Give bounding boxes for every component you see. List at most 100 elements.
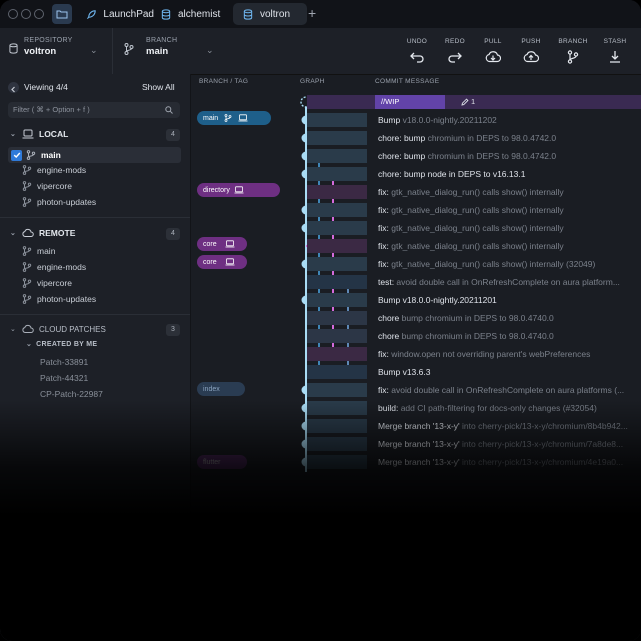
close-window-button[interactable] — [8, 9, 18, 19]
commit-detail: avoid double call in OnRefreshComplete o… — [388, 385, 625, 395]
stash-button[interactable]: STASH — [595, 28, 635, 74]
column-header-graph: GRAPH — [300, 78, 325, 85]
laptop-icon — [225, 240, 235, 248]
local-branch-vipercore[interactable]: vipercore — [22, 181, 72, 191]
commit-row-lane-band — [307, 275, 367, 289]
commit-row-lane-band — [307, 185, 367, 199]
commit-summary: fix: — [378, 223, 389, 233]
new-tab-button[interactable]: + — [308, 5, 316, 21]
commit-summary: Bump v13.6.3 — [378, 367, 431, 377]
tab-voltron[interactable]: voltron — [233, 3, 307, 25]
commit-row[interactable]: fix: window.open not overriding parent's… — [191, 345, 641, 363]
chevron-down-icon: ⌄ — [90, 45, 98, 55]
checkbox-checked-icon[interactable] — [11, 149, 22, 161]
branch-badge-index[interactable]: index — [197, 382, 245, 396]
branch-name: main — [146, 46, 169, 57]
cloud-patches-section-header[interactable]: ⌄ CLOUD PATCHES — [10, 324, 106, 334]
patch-item[interactable]: Patch-33891 — [40, 357, 88, 367]
branch-badge-core[interactable]: core — [197, 255, 247, 269]
remote-branch-main[interactable]: main — [22, 246, 55, 256]
laptop-icon — [234, 186, 244, 194]
commit-detail: gtk_native_dialog_run() calls show() int… — [388, 205, 564, 215]
chevron-left-icon — [11, 86, 15, 93]
commit-summary: Bump v18.0.0-nightly.20211201 — [378, 295, 497, 305]
filter-placeholder: Filter ( ⌘ + Option + f ) — [13, 105, 90, 114]
filter-input[interactable]: Filter ( ⌘ + Option + f ) — [8, 102, 180, 118]
commit-row[interactable]: chore: bump node in DEPS to v16.13.1 — [191, 165, 641, 183]
branch-badge-main[interactable]: main — [197, 111, 271, 125]
undo-button[interactable]: UNDO — [397, 28, 437, 74]
repo-folder-button[interactable] — [52, 4, 72, 24]
commit-row-lane-band — [307, 239, 367, 253]
commit-row[interactable]: chore: bump chromium in DEPS to 98.0.474… — [191, 147, 641, 165]
repository-name: voltron — [24, 46, 57, 57]
commit-row[interactable]: fix: gtk_native_dialog_run() calls show(… — [191, 219, 641, 237]
commit-message: fix: avoid double call in OnRefreshCompl… — [378, 385, 624, 395]
commit-row[interactable]: fix: gtk_native_dialog_run() calls show(… — [191, 237, 641, 255]
commit-message: chore: bump chromium in DEPS to 98.0.474… — [378, 133, 556, 143]
commit-row-lane-band — [307, 347, 367, 361]
remote-branch-engine-mods[interactable]: engine-mods — [22, 262, 86, 272]
remote-branch-photon-updates[interactable]: photon-updates — [22, 294, 96, 304]
commit-row[interactable]: chore bump chromium in DEPS to 98.0.4740… — [191, 327, 641, 345]
patch-item[interactable]: CP-Patch-22987 — [40, 389, 103, 399]
minimize-window-button[interactable] — [21, 9, 31, 19]
commit-summary: fix: — [378, 187, 389, 197]
commit-row[interactable]: fix: gtk_native_dialog_run() calls show(… — [191, 201, 641, 219]
tab-launchpad[interactable]: LaunchPad — [80, 3, 154, 25]
branch-badge-core[interactable]: core — [197, 237, 247, 251]
commit-row-lane-band — [307, 329, 367, 343]
collapse-sidebar-button[interactable] — [8, 82, 19, 93]
commit-row[interactable]: test: avoid double call in OnRefreshComp… — [191, 273, 641, 291]
database-icon — [9, 43, 18, 54]
search-icon — [165, 106, 173, 114]
commit-row-lane-band — [307, 131, 367, 145]
commit-detail: chromium in DEPS to 98.0.4742.0 — [425, 151, 557, 161]
remote-section-header[interactable]: ⌄ REMOTE — [10, 228, 75, 238]
created-by-me-header[interactable]: ⌄ CREATED BY ME — [26, 340, 97, 348]
commit-row[interactable]: chore bump chromium in DEPS to 98.0.4740… — [191, 309, 641, 327]
column-header-branch-tag: BRANCH / TAG — [199, 78, 249, 85]
commit-summary: chore: bump — [378, 151, 426, 161]
commit-row[interactable]: chore: bump chromium in DEPS to 98.0.474… — [191, 129, 641, 147]
zoom-window-button[interactable] — [34, 9, 44, 19]
local-section-header[interactable]: ⌄ LOCAL — [10, 129, 68, 139]
laptop-icon — [22, 129, 34, 139]
commit-detail: bump chromium in DEPS to 98.0.4740.0 — [399, 313, 554, 323]
branch-icon — [22, 165, 32, 175]
commit-row[interactable]: Bump v13.6.3 — [191, 363, 641, 381]
local-branch-main[interactable]: main — [8, 147, 181, 163]
commit-row[interactable]: fix: avoid double call in OnRefreshCompl… — [191, 381, 641, 399]
pull-button[interactable]: PULL — [473, 28, 513, 74]
branch-icon — [224, 114, 232, 122]
pull-icon — [485, 51, 501, 63]
push-button[interactable]: PUSH — [511, 28, 551, 74]
redo-button[interactable]: REDO — [435, 28, 475, 74]
title-bar: LaunchPad alchemist voltron + — [0, 0, 641, 28]
commit-summary: fix: — [378, 385, 389, 395]
tab-alchemist[interactable]: alchemist — [154, 3, 228, 25]
remote-branch-vipercore[interactable]: vipercore — [22, 278, 72, 288]
commit-message: chore bump chromium in DEPS to 98.0.4740… — [378, 331, 554, 341]
commit-row[interactable]: Bump v18.0.0-nightly.20211201 — [191, 291, 641, 309]
branch-badge-directory[interactable]: directory — [197, 183, 280, 197]
column-header-commit-message: COMMIT MESSAGE — [375, 78, 440, 85]
commit-row[interactable]: fix: gtk_native_dialog_run() calls show(… — [191, 255, 641, 273]
branch-selector[interactable]: BRANCH main ⌄ — [114, 28, 224, 74]
chevron-down-icon: ⌄ — [206, 45, 214, 55]
local-branch-photon-updates[interactable]: photon-updates — [22, 197, 96, 207]
show-all-link[interactable]: Show All — [142, 82, 175, 92]
commit-detail: gtk_native_dialog_run() calls show() int… — [388, 241, 564, 251]
commit-message: Bump v18.0.0-nightly.20211202 — [378, 115, 497, 125]
local-branch-engine-mods[interactable]: engine-mods — [22, 165, 86, 175]
patch-item[interactable]: Patch-44321 — [40, 373, 88, 383]
wip-row[interactable]: //WIP 1 — [191, 93, 641, 111]
commit-summary: chore — [378, 313, 400, 323]
commit-message: fix: gtk_native_dialog_run() calls show(… — [378, 205, 564, 215]
commit-detail: gtk_native_dialog_run() calls show() int… — [388, 223, 564, 233]
repository-selector[interactable]: REPOSITORY voltron ⌄ — [0, 28, 110, 74]
commit-message: fix: gtk_native_dialog_run() calls show(… — [378, 223, 564, 233]
commit-detail: avoid double call in OnRefreshComplete o… — [394, 277, 620, 287]
new-branch-button[interactable]: BRANCH — [553, 28, 593, 74]
commit-message: test: avoid double call in OnRefreshComp… — [378, 277, 620, 287]
